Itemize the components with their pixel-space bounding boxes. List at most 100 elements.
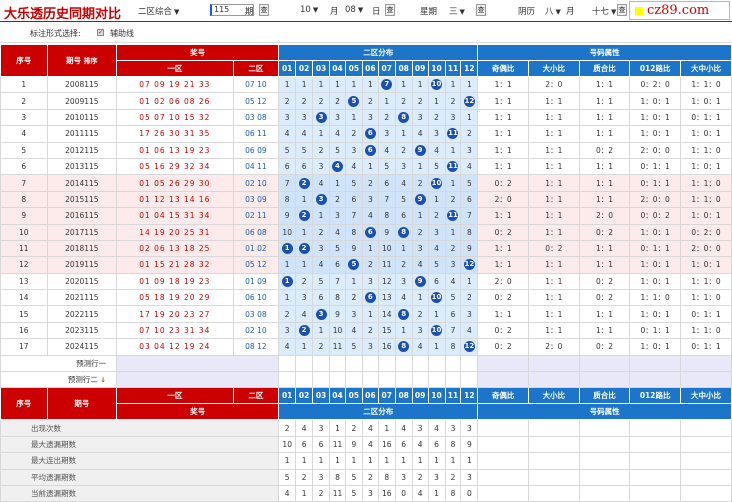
attr-cell: 1：1	[528, 108, 580, 127]
attr-cell: 0：2	[578, 223, 631, 241]
dist-cell: 6	[394, 207, 413, 225]
header-num-12: 12	[460, 60, 479, 77]
prediction-cell[interactable]	[377, 354, 396, 373]
prediction-cell[interactable]	[361, 354, 379, 373]
prediction-cell[interactable]	[312, 371, 330, 389]
weekday-query-button[interactable]: 查	[476, 4, 486, 16]
dist-cell: 6	[329, 256, 346, 274]
header-sort[interactable]: 排序	[84, 57, 98, 65]
ball-9: 9	[414, 144, 426, 156]
stat-attr	[528, 435, 580, 454]
attr-cell: 1：0：1	[629, 223, 682, 241]
dist-cell: 1	[329, 75, 346, 94]
prediction-cell[interactable]	[361, 371, 379, 389]
ball-5: 5	[348, 95, 360, 107]
dist-cell: 1	[394, 239, 413, 258]
date-query-button[interactable]: 查	[385, 4, 395, 16]
dist-cell: 1	[411, 289, 429, 307]
day-unit: 日	[372, 7, 381, 17]
dist-cell: 5	[460, 174, 479, 192]
stat-value: 6	[427, 435, 446, 454]
header-attr: 奇偶比	[477, 60, 529, 77]
month-select[interactable]: 10 ▼	[300, 5, 318, 15]
stat-attr	[629, 468, 682, 486]
dist-cell: 7	[344, 207, 363, 225]
prediction-cell[interactable]	[329, 354, 346, 373]
header-period-sort[interactable]: 期号 排序	[46, 44, 118, 77]
attr-cell: 1：0：1	[629, 125, 682, 143]
lunar-query-button[interactable]: 查	[617, 4, 627, 16]
dist-cell: 2	[411, 305, 429, 323]
prediction-cell[interactable]	[278, 371, 297, 389]
prediction-cell[interactable]	[344, 354, 363, 373]
attr-cell: 0：2	[578, 289, 631, 307]
prediction-cell[interactable]	[444, 371, 462, 389]
prediction-cell[interactable]	[344, 371, 363, 389]
dist-cell: 8	[394, 338, 413, 356]
dist-cell: 2	[278, 92, 297, 110]
attr-cell: 2：0	[578, 207, 631, 225]
table-row: 5 2012115 01 06 13 19 23 06 09 5 5 2 5 3 6 4 2 9 4 1 3 1…	[0, 141, 732, 159]
toolbar: 大乐透历史同期对比 二区综合 ▼ 115 期 查 10 ▼ 月 08 ▼ 日 查 星期…	[0, 0, 732, 22]
stat-value: 3	[394, 468, 413, 486]
dist-cell: 3	[411, 321, 429, 340]
header-num-09: 09	[411, 60, 429, 77]
row-zone1: 17 19 20 23 27	[116, 305, 234, 323]
prediction-cell[interactable]	[427, 354, 446, 373]
prediction-input[interactable]	[116, 354, 280, 373]
attr-cell: 1：1：0	[629, 289, 682, 307]
prediction-cell[interactable]	[394, 371, 413, 389]
attr-cell: 1：1：0	[680, 75, 732, 94]
row-zone1: 01 06 13 19 23	[116, 141, 234, 159]
dist-cell: 2	[329, 190, 346, 209]
row-period: 2020115	[46, 272, 118, 291]
prediction-cell[interactable]	[411, 354, 429, 373]
dist-cell: 1	[295, 338, 314, 356]
ball-2: 2	[298, 177, 310, 189]
prediction-cell[interactable]	[377, 371, 396, 389]
row-zone2: 01 02	[232, 239, 280, 258]
issue-query-button[interactable]: 查	[259, 4, 269, 16]
header-draw: 奖号	[116, 44, 280, 61]
dist-cell: 4	[329, 157, 346, 176]
table-row: 4 2011115 17 26 30 31 35 06 11 4 4 1 4 2 6 3 1 4 3 11 2…	[0, 125, 732, 143]
prediction-cell[interactable]	[427, 371, 446, 389]
prediction-cell[interactable]	[312, 354, 330, 373]
attr-cell: 0：2	[477, 289, 529, 307]
prediction-cell[interactable]	[411, 371, 429, 389]
prediction-cell[interactable]	[460, 371, 479, 389]
header-num-07: 07	[377, 60, 396, 77]
footer-num-09: 09	[411, 387, 429, 405]
dist-cell: 8	[329, 289, 346, 307]
prediction-cell[interactable]	[295, 354, 314, 373]
stat-value: 2	[344, 419, 363, 437]
dist-cell: 3	[278, 108, 297, 127]
lunar-month-select[interactable]: 八 ▼	[545, 5, 561, 17]
dist-cell: 2	[460, 125, 479, 143]
site-logo[interactable]: cz89.com	[629, 1, 730, 20]
stat-attr	[528, 484, 580, 502]
prediction-cell[interactable]	[295, 371, 314, 389]
day-select[interactable]: 08 ▼	[345, 5, 363, 15]
dist-cell: 5	[427, 157, 446, 176]
mode-select[interactable]: 二区综合 ▼	[138, 5, 179, 17]
weekday-select[interactable]: 三 ▼	[449, 5, 465, 17]
prediction-cell[interactable]	[394, 354, 413, 373]
dist-cell: 6	[377, 174, 396, 192]
prediction-cell[interactable]	[460, 354, 479, 373]
prediction-input[interactable]	[116, 371, 280, 389]
prediction-cell[interactable]	[444, 354, 462, 373]
weekday-label: 星期	[420, 7, 438, 17]
prediction-cell[interactable]	[278, 354, 297, 373]
prediction-cell[interactable]	[329, 371, 346, 389]
ball-5: 5	[348, 259, 360, 271]
dist-cell: 11	[444, 157, 462, 176]
ball-2: 2	[298, 210, 310, 222]
attr-cell: 1：1	[477, 157, 529, 176]
chevron-down-icon: ▼	[357, 6, 364, 14]
assist-line-label: 辅助线	[110, 29, 134, 38]
attr-cell: 1：1	[477, 207, 529, 225]
footer-zone1: 一区	[116, 387, 234, 405]
assist-line-checkbox[interactable]: ✓	[97, 29, 104, 36]
lunar-day-select[interactable]: 十七 ▼	[592, 5, 616, 17]
